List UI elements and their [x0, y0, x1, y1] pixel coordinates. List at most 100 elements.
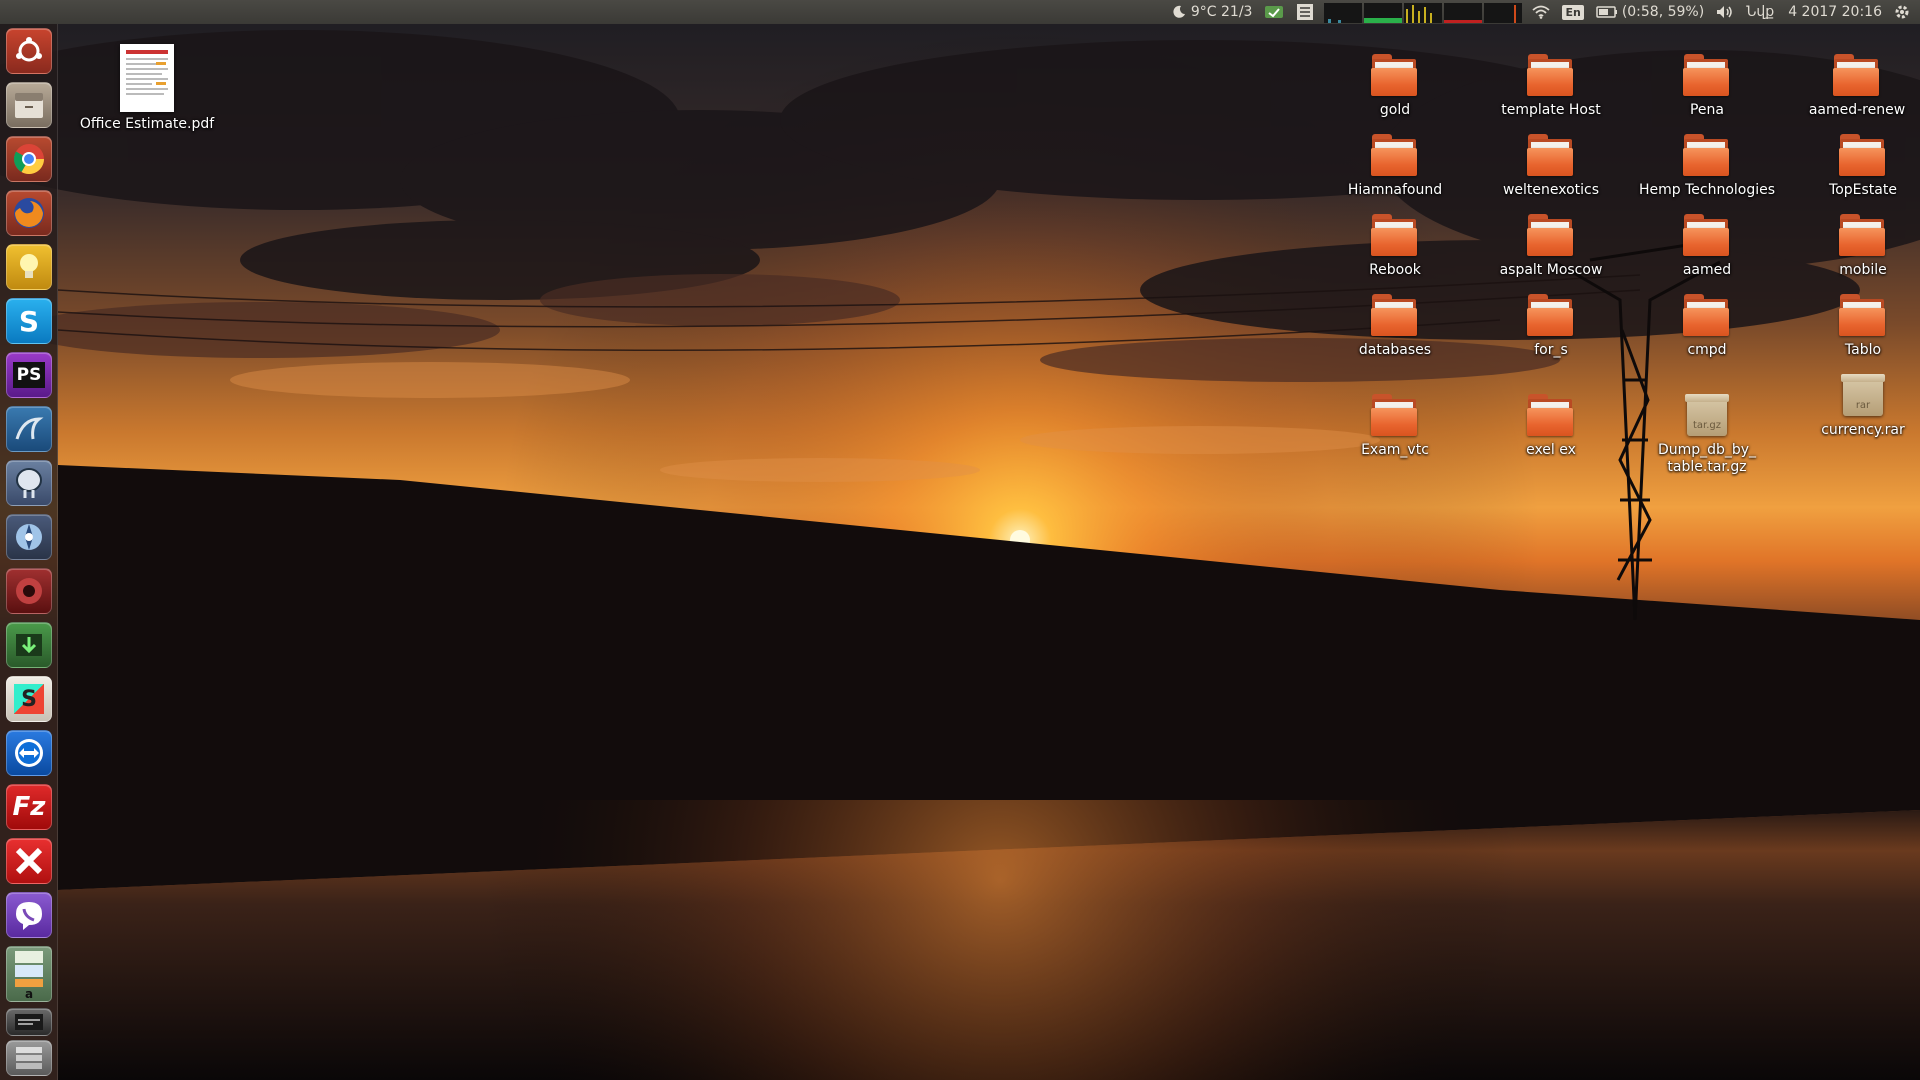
ubuntu-dash-button[interactable] — [6, 28, 52, 74]
folder-label: aspalt Moscow — [1499, 262, 1603, 278]
network-graph — [1404, 3, 1443, 23]
load-graph — [1484, 3, 1523, 23]
shutter-launcher[interactable] — [6, 514, 52, 560]
pdf-file-icon — [120, 44, 174, 112]
folder-icon — [1370, 212, 1420, 258]
network-applet[interactable] — [1258, 0, 1290, 24]
libreoffice-stack-icon: a — [15, 951, 43, 999]
firefox-icon — [14, 198, 44, 228]
viber-launcher[interactable] — [6, 892, 52, 938]
desktop-folder-pena[interactable]: Pena — [1632, 52, 1782, 119]
svg-text:a: a — [25, 987, 33, 999]
folder-icon — [1832, 52, 1882, 98]
desktop-folder-gold[interactable]: gold — [1320, 52, 1470, 119]
folder-label: aamed — [1682, 262, 1732, 278]
desktop-folder-aamed[interactable]: aamed — [1632, 212, 1782, 279]
desktop-file-label: Office Estimate.pdf — [79, 116, 215, 132]
desktop-folder-aamed-renew[interactable]: aamed-renew — [1782, 52, 1920, 119]
ubuntu-dash-icon — [16, 37, 42, 62]
crossover-launcher[interactable] — [6, 838, 52, 884]
teamviewer-launcher[interactable] — [6, 730, 52, 776]
filezilla-icon: Fz — [12, 792, 46, 822]
battery-indicator[interactable]: (0:58, 59%) — [1590, 0, 1710, 24]
desktop-file-dump-db-tar-gz[interactable]: tar.gz Dump_db_by_ table.tar.gz — [1632, 392, 1782, 476]
bulb-icon — [20, 254, 38, 278]
pgadmin-launcher[interactable] — [6, 460, 52, 506]
keyboard-layout-label: En — [1562, 4, 1584, 20]
folder-label: Rebook — [1369, 262, 1421, 278]
text-editor-icon — [15, 1014, 43, 1030]
desktop-folder-hiamnafound[interactable]: Hiamnafound — [1320, 132, 1470, 199]
office-stack-launcher[interactable]: a — [6, 946, 52, 1002]
folder-icon — [1370, 132, 1420, 178]
swap-graph — [1444, 3, 1483, 23]
phpstorm-launcher[interactable]: PS — [6, 352, 52, 398]
clock-text: 4 2017 20:16 — [1788, 4, 1882, 20]
skype-launcher[interactable]: S — [6, 298, 52, 344]
folder-icon — [1682, 212, 1732, 258]
clock[interactable]: Նվք 4 2017 20:16 — [1740, 0, 1888, 24]
desktop-folder-weltenexotics[interactable]: weltenexotics — [1476, 132, 1626, 199]
folder-label: exel ex — [1526, 442, 1576, 458]
desktop-folder-mobile[interactable]: mobile — [1788, 212, 1920, 279]
desktop-folder-exel-ex[interactable]: exel ex — [1476, 392, 1626, 459]
archive-extension: tar.gz — [1692, 420, 1722, 431]
wifi-icon — [1532, 5, 1551, 19]
memory-graph — [1364, 3, 1403, 23]
launcher: S PS S Fz a — [0, 24, 58, 1080]
viber-icon — [16, 902, 42, 930]
shutter-icon — [16, 524, 42, 550]
notes-indicator[interactable] — [1290, 0, 1320, 24]
filezilla-launcher[interactable]: Fz — [6, 784, 52, 830]
archive-icon: rar — [1838, 372, 1888, 418]
screen-recorder-launcher[interactable] — [6, 568, 52, 614]
session-menu[interactable] — [1888, 0, 1916, 24]
desktop-folder-databases[interactable]: databases — [1320, 292, 1470, 359]
files-icon — [15, 93, 43, 118]
top-panel: 9°C 21/3 En (0:58, 59%) Նվք 4 2017 20:16 — [0, 0, 1920, 24]
desktop-folder-for-s[interactable]: for_s — [1476, 292, 1626, 359]
trash-launcher[interactable] — [6, 1040, 52, 1076]
desktop-file-currency-rar[interactable]: rar currency.rar — [1788, 372, 1920, 439]
clock-prefix: Նվք — [1746, 4, 1775, 20]
desktop-folder-template-host[interactable]: template Host — [1476, 52, 1626, 119]
chrome-icon — [13, 144, 45, 175]
desktop-file-office-estimate[interactable]: Office Estimate.pdf — [72, 44, 222, 133]
desktop-folder-tablo[interactable]: Tablo — [1788, 292, 1920, 359]
firefox-launcher[interactable] — [6, 190, 52, 236]
folder-icon — [1682, 132, 1732, 178]
folder-icon — [1682, 292, 1732, 338]
desktop-folder-cmpd[interactable]: cmpd — [1632, 292, 1782, 359]
folder-label: weltenexotics — [1502, 182, 1600, 198]
files-launcher[interactable] — [6, 82, 52, 128]
battery-text: (0:58, 59%) — [1621, 4, 1705, 20]
keyboard-layout-indicator[interactable]: En — [1556, 0, 1589, 24]
desktop-folder-aspalt-moscow[interactable]: aspalt Moscow — [1476, 212, 1626, 279]
system-monitor[interactable] — [1320, 1, 1526, 23]
wifi-indicator[interactable] — [1526, 0, 1556, 24]
mysql-workbench-launcher[interactable] — [6, 406, 52, 452]
desktop-folder-topestate[interactable]: TopEstate — [1788, 132, 1920, 199]
archive-icon: tar.gz — [1682, 392, 1732, 438]
slack-s-icon: S — [14, 684, 44, 714]
folder-label: aamed-renew — [1808, 102, 1906, 118]
weather-text: 9°C 21/3 — [1190, 4, 1253, 20]
battery-icon — [1596, 6, 1617, 18]
pgadmin-icon — [16, 468, 42, 498]
slack-launcher[interactable]: S — [6, 676, 52, 722]
text-editor-launcher[interactable] — [6, 1008, 52, 1036]
desktop-folder-hemp-technologies[interactable]: Hemp Technologies — [1632, 132, 1782, 199]
weather-indicator[interactable]: 9°C 21/3 — [1166, 0, 1259, 24]
desktop-folder-exam-vtc[interactable]: Exam_vtc — [1320, 392, 1470, 459]
volume-indicator[interactable] — [1710, 0, 1740, 24]
downloader-launcher[interactable] — [6, 622, 52, 668]
mysql-workbench-icon — [15, 417, 44, 440]
folder-icon — [1526, 392, 1576, 438]
archive-extension: rar — [1855, 400, 1871, 411]
desktop-folder-rebook[interactable]: Rebook — [1320, 212, 1470, 279]
folder-icon — [1526, 292, 1576, 338]
indicator-launcher[interactable] — [6, 244, 52, 290]
chrome-launcher[interactable] — [6, 136, 52, 182]
folder-label: TopEstate — [1829, 182, 1897, 198]
folder-label: template Host — [1501, 102, 1601, 118]
